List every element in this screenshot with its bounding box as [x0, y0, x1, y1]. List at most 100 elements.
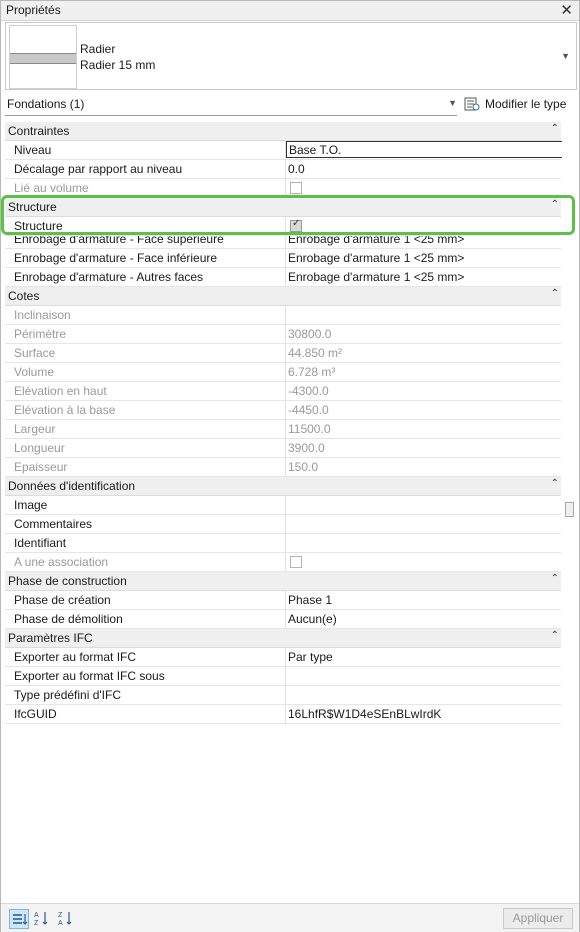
property-value: 11500.0 — [288, 422, 331, 436]
edit-type-label: Modifier le type — [485, 97, 567, 111]
collapse-icon[interactable]: ⌃ — [551, 478, 559, 489]
bottom-toolbar: A Z Z A Appliquer — [1, 903, 579, 932]
type-selector[interactable]: Radier Radier 15 mm ▼ — [5, 22, 577, 90]
group-name: Contraintes — [8, 124, 70, 138]
property-name: IfcGUID — [14, 707, 57, 721]
property-value: -4450.0 — [288, 403, 329, 417]
property-value: 30800.0 — [288, 327, 332, 341]
property-row-decalage[interactable]: Décalage par rapport au niveau 0.0 — [5, 160, 561, 179]
group-header-ifc[interactable]: Paramètres IFC ⌃ — [5, 629, 561, 648]
sort-ascending-icon[interactable]: A Z — [33, 909, 51, 927]
edit-type-button[interactable]: Modifier le type — [462, 94, 575, 115]
sort-descending-icon[interactable]: Z A — [57, 909, 75, 927]
type-preview-image — [9, 25, 77, 89]
property-row-export-ifc-sous[interactable]: Exporter au format IFC sous — [5, 667, 561, 686]
group-name: Données d'identification — [8, 479, 136, 493]
property-row-phase-demolition[interactable]: Phase de démolition Aucun(e) — [5, 610, 561, 629]
collapse-icon[interactable]: ⌃ — [551, 630, 559, 641]
property-value: 44.850 m² — [288, 346, 343, 360]
property-name: Inclinaison — [14, 308, 71, 322]
property-row-association: A une association — [5, 553, 561, 572]
property-name: Enrobage d'armature - Autres faces — [14, 270, 204, 284]
property-row-epaisseur: Epaisseur 150.0 — [5, 458, 561, 477]
niveau-input[interactable]: Base T.O. — [286, 141, 564, 158]
group-header-cotes[interactable]: Cotes ⌃ — [5, 287, 561, 306]
property-name: Décalage par rapport au niveau — [14, 162, 183, 176]
property-name: Périmètre — [14, 327, 67, 341]
panel-title: Propriétés — [6, 3, 61, 17]
property-row-surface: Surface 44.850 m² — [5, 344, 561, 363]
property-name: Elévation à la base — [14, 403, 116, 417]
property-name: A une association — [14, 555, 109, 569]
property-row-perimetre: Périmètre 30800.0 — [5, 325, 561, 344]
collapse-icon[interactable]: ⌃ — [551, 123, 559, 134]
property-value: 3900.0 — [288, 441, 325, 455]
vertical-scrollbar[interactable] — [562, 122, 576, 901]
property-name: Volume — [14, 365, 55, 379]
group-name: Paramètres IFC — [8, 631, 93, 645]
svg-text:A: A — [34, 912, 39, 919]
property-value[interactable]: Phase 1 — [288, 593, 332, 607]
scrollbar-thumb[interactable] — [565, 502, 574, 517]
property-value[interactable]: Par type — [288, 650, 333, 664]
category-filter-dropdown[interactable]: Fondations (1) ▼ — [5, 94, 457, 116]
property-row-commentaires[interactable]: Commentaires — [5, 515, 561, 534]
property-value[interactable]: 0.0 — [288, 162, 305, 176]
property-value: Base T.O. — [289, 143, 342, 157]
property-name: Enrobage d'armature - Face inférieure — [14, 251, 218, 265]
property-name: Lié au volume — [14, 181, 89, 195]
property-row-identifiant[interactable]: Identifiant — [5, 534, 561, 553]
property-row-image[interactable]: Image — [5, 496, 561, 515]
edit-type-icon — [464, 97, 480, 111]
property-value[interactable]: Enrobage d'armature 1 <25 mm> — [288, 251, 464, 265]
svg-text:Z: Z — [34, 920, 39, 927]
group-header-contraintes[interactable]: Contraintes ⌃ — [5, 122, 561, 141]
group-name: Cotes — [8, 289, 40, 303]
property-row-enrobage-superieure[interactable]: Enrobage d'armature - Face supérieure En… — [5, 236, 561, 249]
collapse-icon[interactable]: ⌃ — [551, 573, 559, 584]
property-row-ifcguid[interactable]: IfcGUID 16LhfR$W1D4eSEnBLwIrdK — [5, 705, 561, 724]
property-name: Phase de démolition — [14, 612, 123, 626]
property-value[interactable]: 16LhfR$W1D4eSEnBLwIrdK — [288, 707, 441, 721]
group-header-identification[interactable]: Données d'identification ⌃ — [5, 477, 561, 496]
property-row-export-ifc[interactable]: Exporter au format IFC Par type — [5, 648, 561, 667]
type-family-label: Radier — [80, 42, 116, 56]
title-bar[interactable]: Propriétés ✕ — [1, 1, 579, 21]
property-name: Exporter au format IFC — [14, 650, 137, 664]
property-name: Phase de création — [14, 593, 111, 607]
property-name: Largeur — [14, 422, 56, 436]
property-value[interactable]: Enrobage d'armature 1 <25 mm> — [288, 270, 464, 284]
property-row-niveau[interactable]: Niveau Base T.O. — [5, 141, 564, 160]
property-value[interactable]: Enrobage d'armature 1 <25 mm> — [288, 236, 464, 246]
property-row-volume: Volume 6.728 m³ — [5, 363, 561, 382]
property-name: Longueur — [14, 441, 65, 455]
property-name: Exporter au format IFC sous — [14, 669, 165, 683]
property-row-enrobage-autres[interactable]: Enrobage d'armature - Autres faces Enrob… — [5, 268, 561, 287]
property-value[interactable]: Aucun(e) — [288, 612, 337, 626]
collapse-icon[interactable]: ⌃ — [551, 288, 559, 299]
property-name: Type prédéfini d'IFC — [14, 688, 122, 702]
close-icon[interactable]: ✕ — [560, 1, 573, 19]
property-row-type-predefini-ifc[interactable]: Type prédéfini d'IFC — [5, 686, 561, 705]
property-name: Commentaires — [14, 517, 93, 531]
property-row-inclinaison: Inclinaison — [5, 306, 561, 325]
categorized-view-icon[interactable] — [9, 909, 29, 929]
property-name: Surface — [14, 346, 56, 360]
property-value: 6.728 m³ — [288, 365, 336, 379]
lie-au-volume-checkbox — [290, 182, 302, 194]
property-name: Image — [14, 498, 48, 512]
group-header-phase[interactable]: Phase de construction ⌃ — [5, 572, 561, 591]
property-row-longueur: Longueur 3900.0 — [5, 439, 561, 458]
type-name-label: Radier 15 mm — [80, 58, 156, 72]
category-filter-label: Fondations (1) — [7, 97, 85, 111]
property-value: 150.0 — [288, 460, 319, 474]
apply-button[interactable]: Appliquer — [503, 908, 573, 929]
property-row-enrobage-inferieure[interactable]: Enrobage d'armature - Face inférieure En… — [5, 249, 561, 268]
property-row-phase-creation[interactable]: Phase de création Phase 1 — [5, 591, 561, 610]
property-row-elevation-base: Elévation à la base -4450.0 — [5, 401, 561, 420]
association-checkbox — [290, 556, 302, 568]
dropdown-arrow-icon[interactable]: ▼ — [561, 51, 570, 61]
chevron-down-icon: ▼ — [448, 98, 457, 108]
property-name: Identifiant — [14, 536, 67, 550]
property-row-largeur: Largeur 11500.0 — [5, 420, 561, 439]
